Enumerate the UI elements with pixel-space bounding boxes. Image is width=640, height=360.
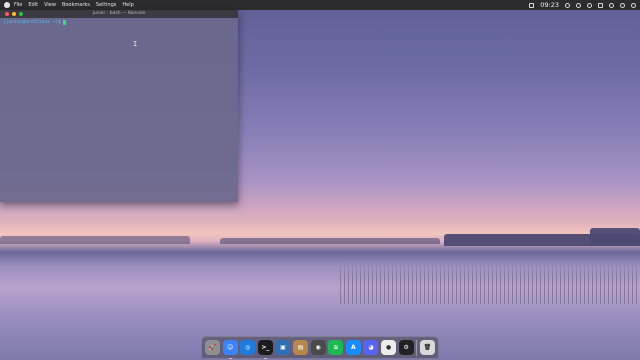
info-icon[interactable] bbox=[576, 2, 581, 8]
clock-icon[interactable] bbox=[565, 2, 570, 8]
safari-icon[interactable]: ◎ bbox=[240, 340, 256, 355]
terminal-icon[interactable]: >_ bbox=[257, 340, 273, 359]
search-icon[interactable] bbox=[631, 2, 636, 8]
steam-icon[interactable]: ⚙ bbox=[398, 340, 414, 355]
app-store-icon[interactable]: A bbox=[345, 340, 361, 355]
obs-icon[interactable]: ● bbox=[381, 340, 397, 355]
dock-separator bbox=[416, 339, 418, 356]
menu-view[interactable]: View bbox=[44, 2, 56, 8]
menu-bookmarks[interactable]: Bookmarks bbox=[62, 2, 90, 8]
screen-recorder-icon[interactable]: ◉ bbox=[310, 340, 326, 355]
bell-icon[interactable] bbox=[620, 2, 625, 8]
shell-prompt: [junior@archlinux ~]$ bbox=[3, 20, 62, 25]
terminal-cursor bbox=[63, 20, 66, 25]
window-titlebar[interactable]: junior : bash — Konsole bbox=[0, 10, 238, 18]
window-icon[interactable] bbox=[598, 2, 603, 8]
spotify-icon[interactable]: ≋ bbox=[328, 340, 344, 355]
trash-icon[interactable]: 🗑 bbox=[419, 340, 435, 355]
screenshot-icon[interactable] bbox=[529, 2, 535, 8]
clock[interactable]: 09:23 bbox=[540, 1, 559, 9]
top-menubar: File Edit View Bookmarks Settings Help 0… bbox=[0, 0, 640, 10]
menu-edit[interactable]: Edit bbox=[28, 2, 38, 8]
menu-help[interactable]: Help bbox=[122, 2, 133, 8]
launchpad-icon[interactable]: 🚀 bbox=[205, 340, 220, 355]
volume-icon[interactable] bbox=[609, 2, 614, 8]
menu-settings[interactable]: Settings bbox=[96, 2, 117, 8]
window-title: junior : bash — Konsole bbox=[92, 11, 146, 16]
preview-icon[interactable]: ▣ bbox=[275, 340, 291, 355]
finder-icon[interactable]: ☺ bbox=[222, 340, 238, 359]
notes-icon[interactable]: ▤ bbox=[293, 340, 309, 355]
apple-logo-icon[interactable] bbox=[4, 2, 10, 8]
dock: 🚀 ☺ ◎ >_ ▣ ▤ ◉ ≋ A ◕ ● ⚙ 🗑 bbox=[201, 336, 439, 359]
running-indicator bbox=[263, 358, 267, 359]
mouse-text-cursor: I bbox=[133, 40, 138, 48]
terminal-area[interactable]: [junior@archlinux ~]$ bbox=[0, 18, 238, 27]
discord-icon[interactable]: ◕ bbox=[363, 340, 379, 355]
running-indicator bbox=[228, 358, 232, 359]
network-icon[interactable] bbox=[587, 2, 592, 8]
konsole-window[interactable]: junior : bash — Konsole [junior@archlinu… bbox=[0, 10, 238, 202]
menu-file[interactable]: File bbox=[14, 2, 22, 8]
